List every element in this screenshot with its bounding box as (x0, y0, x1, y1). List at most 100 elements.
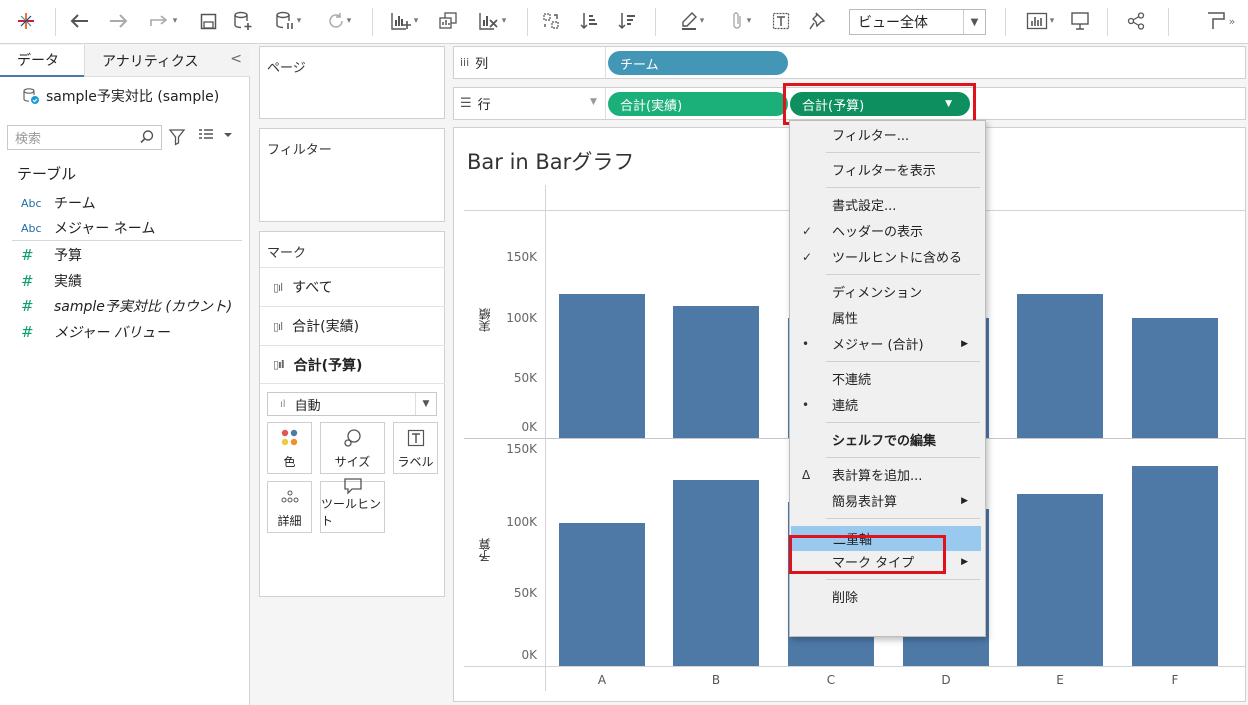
bar-a-budget[interactable] (559, 523, 645, 666)
filter-icon[interactable] (168, 128, 186, 150)
pages-card[interactable]: ページ (259, 46, 445, 119)
tooltip-icon[interactable]: » (1200, 7, 1240, 35)
detail-button[interactable]: 詳細 (267, 481, 312, 533)
view-size-value: ビュー全体 (858, 15, 928, 31)
x-tick: B (711, 673, 721, 687)
highlight-icon[interactable]: ▾ (672, 7, 712, 35)
duplicate-icon[interactable] (434, 7, 462, 35)
menu-item[interactable]: 簡易表計算 ▶ (790, 488, 985, 513)
pause-update-icon[interactable]: ▾ (268, 7, 308, 35)
bar-f-actual[interactable] (1132, 318, 1218, 438)
menu-item[interactable]: Δ 表計算を追加... (790, 462, 985, 487)
marks-tab-label: すべて (292, 280, 333, 296)
refresh-icon[interactable]: ▾ (318, 7, 360, 35)
menu-item[interactable]: ディメンション (790, 279, 985, 304)
menu-item[interactable]: ✓ ツールヒントに含める (790, 244, 985, 269)
number-type-icon: # (21, 272, 34, 290)
y-tick: 100K (506, 515, 537, 529)
field-measure[interactable]: # 予算 (21, 245, 82, 265)
menu-item[interactable]: 削除 (790, 584, 985, 609)
bar-b-budget[interactable] (673, 480, 759, 666)
pill-team[interactable]: チーム (608, 51, 788, 75)
group-icon[interactable]: ▾ (720, 7, 760, 35)
marks-tab-budget[interactable]: ▯ıl 合計(予算) (260, 345, 445, 384)
undo-icon[interactable] (66, 7, 94, 35)
field-dimension[interactable]: Abc チーム (21, 193, 96, 213)
label-button[interactable]: ラベル (393, 422, 438, 474)
menu-item[interactable]: シェルフでの編集 (790, 427, 985, 452)
columns-shelf-label: iii 列 (460, 47, 488, 78)
swap-icon[interactable] (537, 7, 565, 35)
bar-chart-icon: ▯ıl (273, 319, 283, 333)
y-tick: 150K (506, 442, 537, 456)
field-dimension[interactable]: Abc メジャー ネーム (21, 218, 155, 238)
menu-item[interactable]: 書式設定... (790, 192, 985, 217)
clear-icon[interactable]: ▾ (470, 7, 514, 35)
filters-card[interactable]: フィルター (259, 128, 445, 222)
search-icon[interactable] (139, 129, 155, 149)
new-worksheet-icon[interactable]: ▾ (382, 7, 426, 35)
redo-icon[interactable] (104, 7, 132, 35)
replay-icon[interactable]: ▾ (143, 7, 183, 35)
share-icon[interactable] (1122, 7, 1150, 35)
bar-chart-icon: ▯ıl (273, 280, 283, 294)
field-measure[interactable]: # 実績 (21, 271, 82, 291)
field-measure[interactable]: # メジャー バリュー (21, 322, 170, 342)
new-datasource-icon[interactable] (230, 7, 256, 35)
menu-item[interactable]: 属性 (790, 305, 985, 330)
size-icon (342, 423, 364, 453)
menu-item[interactable]: フィルターを表示 (790, 157, 985, 182)
datasource-icon (23, 88, 39, 104)
tab-analytics[interactable]: アナリティクス < (84, 45, 250, 77)
annotation-highlight-dual-axis (789, 535, 946, 574)
show-me-icon[interactable]: ▾ (1018, 7, 1062, 35)
save-icon[interactable] (195, 7, 221, 35)
y-tick: 50K (513, 371, 537, 385)
menu-item[interactable]: 不連続 (790, 366, 985, 391)
menu-separator (826, 518, 980, 519)
presentation-icon[interactable] (1066, 7, 1094, 35)
sort-ascending-icon[interactable] (575, 7, 603, 35)
columns-shelf[interactable]: iii 列 チーム (453, 46, 1246, 79)
submenu-arrow-icon: ▶ (961, 338, 968, 349)
bar-e-actual[interactable] (1017, 294, 1103, 438)
menu-item[interactable]: ✓ ヘッダーの表示 (790, 218, 985, 243)
view-size-select[interactable]: ビュー全体 ▼ (849, 9, 986, 35)
label-icon[interactable] (768, 7, 794, 35)
x-tick: A (597, 673, 607, 687)
menu-item-label: 連続 (832, 399, 859, 414)
menu-item-label: フィルター... (832, 129, 910, 144)
menu-item-label: ディメンション (832, 286, 923, 301)
bar-b-actual[interactable] (673, 306, 759, 438)
collapse-pane-icon[interactable]: < (230, 51, 242, 67)
bar-e-budget[interactable] (1017, 494, 1103, 666)
bar-f-budget[interactable] (1132, 465, 1218, 666)
bar-a-actual[interactable] (559, 294, 645, 438)
pill-actual[interactable]: 合計(実績) (608, 92, 788, 116)
marks-tab-actual[interactable]: ▯ıl 合計(実績) (260, 306, 445, 345)
view-list-icon[interactable] (198, 128, 232, 145)
datasource-item[interactable]: sample予実対比 (sample) (22, 86, 219, 106)
field-measure[interactable]: # sample予実対比 (カウント) (21, 296, 232, 316)
color-button[interactable]: 色 (267, 422, 312, 474)
menu-separator (826, 361, 980, 362)
menu-separator (826, 422, 980, 423)
menu-item[interactable]: • メジャー (合計) ▶ (790, 331, 985, 356)
sort-descending-icon[interactable] (613, 7, 641, 35)
size-button[interactable]: サイズ (320, 422, 385, 474)
tab-data[interactable]: データ (0, 45, 84, 77)
mark-type-select[interactable]: ıl 自動 ▼ (267, 392, 437, 416)
tableau-logo-icon[interactable] (12, 7, 40, 35)
menu-separator (826, 274, 980, 275)
color-label: 色 (283, 455, 296, 469)
tooltip-button[interactable]: ツールヒント (320, 478, 385, 533)
y-tick: 50K (513, 586, 537, 600)
marks-tab-all[interactable]: ▯ıl すべて (260, 267, 445, 306)
columns-icon: iii (460, 56, 470, 69)
menu-item[interactable]: フィルター... (790, 122, 985, 147)
search-input[interactable]: 検索 (7, 125, 162, 150)
pin-icon[interactable] (804, 7, 830, 35)
data-pane: データ アナリティクス < sample予実対比 (sample) 検索 テーブ… (0, 45, 250, 705)
menu-item[interactable]: • 連続 (790, 392, 985, 417)
menu-item-label: 表計算を追加... (832, 469, 923, 484)
